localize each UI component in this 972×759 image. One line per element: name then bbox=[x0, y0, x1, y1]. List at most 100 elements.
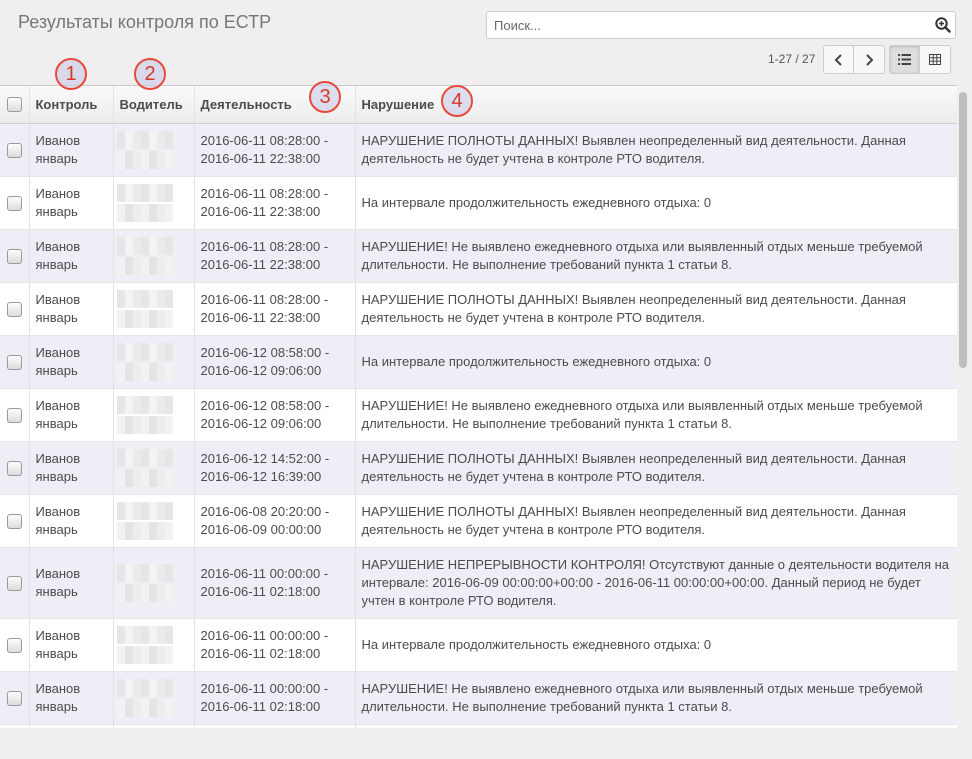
annotation-marker-3: 3 bbox=[309, 81, 341, 113]
control-cell: Иванов январь bbox=[28, 671, 113, 725]
search-input[interactable] bbox=[487, 12, 917, 38]
search-icon[interactable] bbox=[934, 16, 952, 34]
table-row[interactable]: Иванов январь 2016-06-11 08:28:00 - 2016-… bbox=[0, 123, 957, 177]
row-select-cell bbox=[0, 441, 29, 495]
driver-cell-redacted bbox=[112, 671, 194, 725]
redacted-block bbox=[116, 150, 173, 169]
violation-cell: НАРУШЕНИЕ! Не выявлено ежедневного отдых… bbox=[354, 388, 957, 442]
driver-cell-redacted bbox=[112, 494, 194, 548]
chevron-left-icon bbox=[834, 53, 842, 66]
driver-cell-redacted bbox=[112, 388, 194, 442]
control-cell: Иванов январь bbox=[28, 618, 113, 672]
row-checkbox[interactable] bbox=[7, 142, 22, 158]
activity-cell: 2016-06-11 08:28:00 - 2016-06-11 22:38:0… bbox=[193, 229, 355, 283]
redacted-block bbox=[116, 342, 173, 361]
redacted-block bbox=[116, 395, 173, 414]
row-checkbox[interactable] bbox=[7, 637, 22, 653]
row-checkbox[interactable] bbox=[7, 248, 22, 264]
row-select-cell bbox=[0, 123, 29, 177]
activity-cell: 2016-06-11 08:28:00 - 2016-06-11 22:38:0… bbox=[193, 176, 355, 230]
column-header-driver[interactable]: Водитель bbox=[112, 86, 194, 124]
violation-cell: НАРУШЕНИЕ! Не выявлено ежедневного отдых… bbox=[354, 671, 957, 725]
redacted-block bbox=[116, 448, 173, 467]
redacted-block bbox=[116, 468, 173, 487]
results-table: Контроль Водитель Деятельность Нарушение… bbox=[0, 86, 957, 728]
table-row[interactable]: Иванов январь 2016-06-11 00:00:00 - 2016-… bbox=[0, 547, 957, 619]
redacted-block bbox=[116, 645, 173, 664]
violation-cell: На интервале продолжительность ежедневно… bbox=[354, 176, 957, 230]
violation-cell: НАРУШЕНИЕ НЕПРЕРЫВНОСТИ КОНТРОЛЯ! Отсутс… bbox=[354, 547, 957, 619]
next-page-button[interactable] bbox=[854, 45, 885, 74]
row-select-cell bbox=[0, 547, 29, 619]
table-row[interactable]: Иванов январь 2016-06-08 20:20:00 - 2016-… bbox=[0, 494, 957, 548]
table-row[interactable]: Иванов январь 2016-06-11 08:28:00 - 2016-… bbox=[0, 282, 957, 336]
control-cell: Иванов январь bbox=[28, 441, 113, 495]
violation-cell: На интервале продолжительность ежедневно… bbox=[354, 335, 957, 389]
chevron-right-icon bbox=[866, 53, 874, 66]
control-cell: Иванов январь bbox=[28, 547, 113, 619]
table-row[interactable]: Иванов январь 2016-06-11 00:00:00 - 2016-… bbox=[0, 671, 957, 725]
grid-icon bbox=[929, 54, 941, 65]
select-all-cell bbox=[0, 86, 29, 124]
row-checkbox[interactable] bbox=[7, 513, 22, 529]
page-title: Результаты контроля по ЕСТР bbox=[18, 12, 272, 32]
control-cell: Иванов январь bbox=[28, 229, 113, 283]
table-row[interactable]: Иванов январь 2016-06-12 14:52:00 - 2016-… bbox=[0, 441, 957, 495]
table-row[interactable]: Иванов январь 2016-06-11 00:00:00 - 2016-… bbox=[0, 618, 957, 672]
control-cell: Иванов январь bbox=[28, 282, 113, 336]
list-view-button[interactable] bbox=[889, 45, 920, 74]
row-checkbox[interactable] bbox=[7, 354, 22, 370]
activity-cell: 2016-06-11 00:00:00 - 2016-06-11 02:18:0… bbox=[193, 671, 355, 725]
prev-page-button[interactable] bbox=[823, 45, 854, 74]
row-checkbox[interactable] bbox=[7, 407, 22, 423]
annotation-marker-1: 1 bbox=[55, 58, 87, 90]
control-cell: Иванов январь bbox=[28, 176, 113, 230]
table-row[interactable]: Иванов январь 2016-06-11 08:28:00 - 2016-… bbox=[0, 176, 957, 230]
redacted-block bbox=[116, 625, 173, 644]
row-checkbox[interactable] bbox=[7, 301, 22, 317]
grid-view-button[interactable] bbox=[920, 45, 951, 74]
violation-cell: НАРУШЕНИЕ ПОЛНОТЫ ДАННЫХ! Выявлен неопре… bbox=[354, 123, 957, 177]
annotation-marker-2: 2 bbox=[134, 58, 166, 90]
control-cell: Иванов январь bbox=[28, 388, 113, 442]
activity-cell: 2016-06-08 20:20:00 - 2016-06-09 00:00:0… bbox=[193, 494, 355, 548]
redacted-block bbox=[116, 130, 173, 149]
table-header-row: Контроль Водитель Деятельность Нарушение bbox=[0, 86, 957, 124]
search-box[interactable] bbox=[486, 11, 956, 39]
control-cell: Иванов январь bbox=[28, 123, 113, 177]
violation-cell: На интервале продолжительность ежедневно… bbox=[354, 618, 957, 672]
control-cell: Иванов январь bbox=[28, 494, 113, 548]
pager-buttons bbox=[823, 45, 885, 74]
table-row[interactable]: Иванов январь 2016-06-12 08:58:00 - 2016-… bbox=[0, 335, 957, 389]
row-checkbox[interactable] bbox=[7, 195, 22, 211]
table-row[interactable]: Иванов январь 2016-06-11 08:28:00 - 2016-… bbox=[0, 229, 957, 283]
driver-cell-redacted bbox=[112, 176, 194, 230]
row-checkbox[interactable] bbox=[7, 575, 22, 591]
list-icon bbox=[898, 54, 911, 65]
redacted-block bbox=[116, 563, 173, 582]
scrollbar-thumb[interactable] bbox=[959, 92, 967, 368]
row-select-cell bbox=[0, 335, 29, 389]
row-checkbox[interactable] bbox=[7, 690, 22, 706]
select-all-checkbox[interactable] bbox=[7, 97, 22, 113]
activity-cell: 2016-06-11 08:28:00 - 2016-06-11 22:38:0… bbox=[193, 282, 355, 336]
row-select-cell bbox=[0, 618, 29, 672]
redacted-block bbox=[116, 289, 173, 308]
redacted-block bbox=[116, 501, 173, 520]
violation-cell: НАРУШЕНИЕ ПОЛНОТЫ ДАННЫХ! Выявлен неопре… bbox=[354, 282, 957, 336]
redacted-block bbox=[116, 362, 173, 381]
redacted-block bbox=[116, 203, 173, 222]
redacted-block bbox=[116, 583, 173, 602]
column-header-control[interactable]: Контроль bbox=[28, 86, 113, 124]
driver-cell-redacted bbox=[112, 441, 194, 495]
activity-cell: 2016-06-12 14:52:00 - 2016-06-12 16:39:0… bbox=[193, 441, 355, 495]
redacted-block bbox=[116, 236, 173, 255]
row-checkbox[interactable] bbox=[7, 460, 22, 476]
table-row[interactable]: Иванов январь 2016-06-12 08:58:00 - 2016-… bbox=[0, 388, 957, 442]
footer-bar bbox=[0, 728, 972, 759]
row-select-cell bbox=[0, 176, 29, 230]
redacted-block bbox=[116, 309, 173, 328]
view-switcher bbox=[889, 45, 951, 74]
driver-cell-redacted bbox=[112, 123, 194, 177]
row-select-cell bbox=[0, 282, 29, 336]
